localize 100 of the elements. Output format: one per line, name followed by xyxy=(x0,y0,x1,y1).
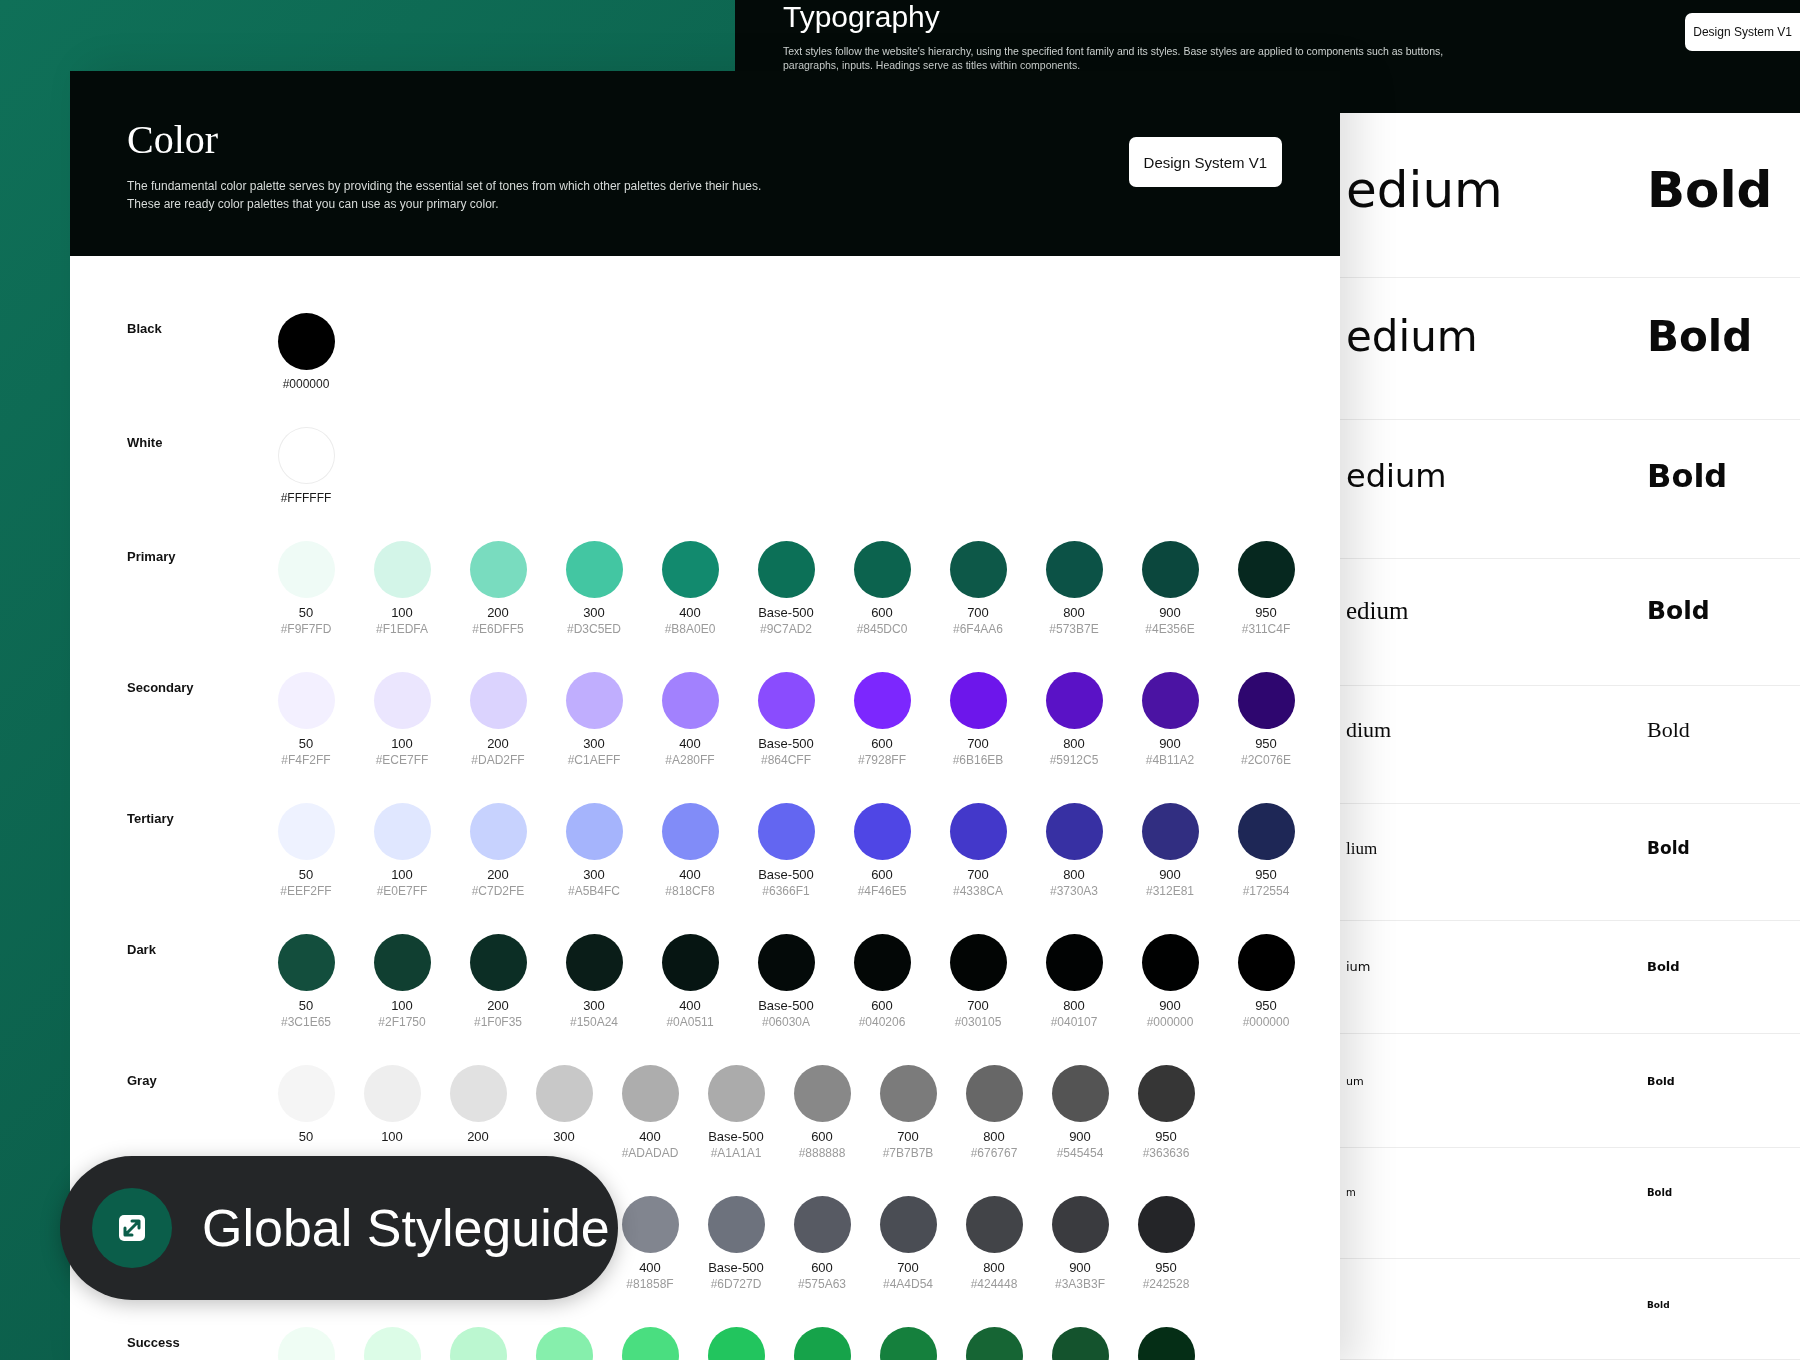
expand-icon xyxy=(92,1188,172,1268)
swatch-hex: #818CF8 xyxy=(665,883,715,900)
swatch-step: Base-500 xyxy=(758,604,814,621)
swatch-hex: #172554 xyxy=(1242,883,1290,900)
type-sample: um xyxy=(1346,1075,1364,1088)
swatch-hex: #3C1E65 xyxy=(280,1014,331,1031)
swatch-hex: #FFFFFF xyxy=(280,490,332,507)
swatch-step: 700 xyxy=(967,604,989,621)
swatch-hex: #F9F7FD xyxy=(280,621,332,638)
swatch-hex: #F1EDFA xyxy=(376,621,428,638)
swatch-step: 400 xyxy=(639,1128,661,1145)
swatch-hex: #000000 xyxy=(1146,1014,1194,1031)
swatch-hex: #06030A xyxy=(761,1014,810,1031)
swatch-hex: #4338CA xyxy=(952,883,1003,900)
swatch-step: Base-500 xyxy=(708,1259,764,1276)
swatch-step: Base-500 xyxy=(758,866,814,883)
swatch-hex: #000000 xyxy=(1242,1014,1290,1031)
swatch-step: 800 xyxy=(983,1128,1005,1145)
swatch-step: 50 xyxy=(298,735,314,752)
swatch-step: 900 xyxy=(1069,1259,1091,1276)
type-sample: Bold xyxy=(1647,1300,1670,1310)
type-sample: Bold xyxy=(1647,1187,1673,1198)
design-system-button[interactable]: Design System V1 xyxy=(1685,13,1800,51)
palette-label: White xyxy=(127,435,163,450)
swatch-hex: #1F0F35 xyxy=(474,1014,522,1031)
swatch-step: 700 xyxy=(967,735,989,752)
swatch-step: Base-500 xyxy=(758,735,814,752)
swatch-step: 300 xyxy=(583,997,605,1014)
swatch-hex: #D3C5ED xyxy=(567,621,621,638)
swatch-hex: #242528 xyxy=(1142,1276,1190,1293)
swatch-step: 900 xyxy=(1159,735,1181,752)
swatch-step: 800 xyxy=(1063,866,1085,883)
swatch-hex: #6D727D xyxy=(710,1276,762,1293)
type-sample: Bold xyxy=(1647,596,1710,625)
swatch-step: 200 xyxy=(467,1128,489,1145)
swatch-step: 200 xyxy=(487,604,509,621)
swatch-hex: #2F1750 xyxy=(378,1014,426,1031)
panel-title: Color xyxy=(127,117,220,163)
type-sample: Bold xyxy=(1647,838,1690,858)
badge-label: Global Styleguide xyxy=(202,1198,610,1258)
swatch-step: 950 xyxy=(1255,866,1277,883)
type-sample: edium xyxy=(1346,312,1478,361)
swatch-step: 300 xyxy=(583,735,605,752)
palette-label: Tertiary xyxy=(127,811,174,826)
swatch-hex: #676767 xyxy=(970,1145,1018,1162)
swatch-hex: #E0E7FF xyxy=(376,883,428,900)
swatch-hex: #2C076E xyxy=(1240,752,1291,769)
type-sample: m xyxy=(1346,1187,1356,1198)
swatch-hex: #9C7AD2 xyxy=(760,621,812,638)
swatch-step: 600 xyxy=(871,735,893,752)
swatch-hex: #150A24 xyxy=(569,1014,618,1031)
swatch-step: 800 xyxy=(1063,604,1085,621)
type-sample: lium xyxy=(1346,839,1378,858)
swatch-hex: #5912C5 xyxy=(1049,752,1099,769)
swatch-step: Base-500 xyxy=(758,997,814,1014)
swatch-step: 700 xyxy=(897,1259,919,1276)
swatch-step: 900 xyxy=(1159,997,1181,1014)
swatch-step: 700 xyxy=(897,1128,919,1145)
swatch-hex: #4F46E5 xyxy=(857,883,907,900)
swatch-hex: #040107 xyxy=(1050,1014,1098,1031)
type-sample: Bold xyxy=(1647,1075,1675,1088)
swatch-step: 100 xyxy=(391,866,413,883)
swatch-hex: #C7D2FE xyxy=(471,883,525,900)
swatch-hex: #6B16EB xyxy=(952,752,1004,769)
swatch-hex: #000000 xyxy=(282,376,330,393)
swatch-hex: #424448 xyxy=(970,1276,1018,1293)
swatch-step: 400 xyxy=(679,866,701,883)
type-sample: Bold xyxy=(1647,161,1773,219)
swatch-step: 400 xyxy=(679,604,701,621)
type-sample: ium xyxy=(1346,959,1371,974)
swatch-step: 100 xyxy=(381,1128,403,1145)
swatch-step: 950 xyxy=(1155,1259,1177,1276)
swatch-hex: #C1AEFF xyxy=(567,752,621,769)
swatch-hex: #A280FF xyxy=(665,752,715,769)
swatch-hex: #A1A1A1 xyxy=(710,1145,762,1162)
swatch-step: 900 xyxy=(1159,866,1181,883)
swatch-step: 900 xyxy=(1159,604,1181,621)
swatch-hex: #864CFF xyxy=(761,752,811,769)
swatch-step: 100 xyxy=(391,604,413,621)
swatch-step: 950 xyxy=(1255,735,1277,752)
type-sample: Bold xyxy=(1647,457,1728,495)
swatch-hex: #81858F xyxy=(626,1276,674,1293)
styleguide-badge[interactable]: Global Styleguide xyxy=(60,1156,618,1300)
swatch-step: 600 xyxy=(871,604,893,621)
palette-label: Primary xyxy=(127,549,176,564)
swatch-hex: #545454 xyxy=(1056,1145,1104,1162)
swatch-step: 400 xyxy=(679,997,701,1014)
swatch-hex: #888888 xyxy=(798,1145,846,1162)
swatch-step: 100 xyxy=(391,735,413,752)
swatch-step: 400 xyxy=(679,735,701,752)
swatch-step: 300 xyxy=(553,1128,575,1145)
type-sample: dium xyxy=(1346,717,1392,742)
panel-title: Typography xyxy=(783,0,941,34)
swatch-hex: #363636 xyxy=(1142,1145,1190,1162)
swatch-hex: #312E81 xyxy=(1145,883,1194,900)
type-sample: edium xyxy=(1346,161,1503,219)
design-system-button[interactable]: Design System V1 xyxy=(1128,137,1282,187)
swatch-step: 200 xyxy=(487,997,509,1014)
swatch-hex: #311C4F xyxy=(1241,621,1291,638)
swatch-step: Base-500 xyxy=(708,1128,764,1145)
